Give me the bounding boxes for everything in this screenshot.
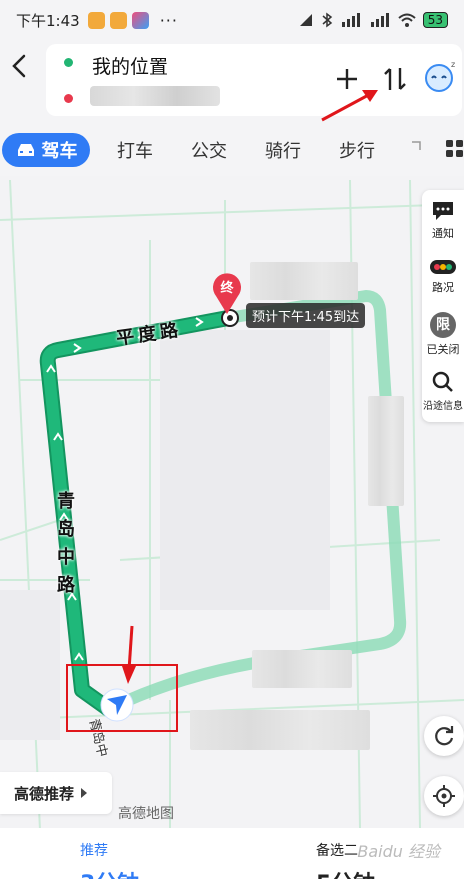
recommend-button[interactable]: 高德推荐 [0, 772, 112, 814]
origin-dot-icon [64, 58, 73, 67]
route-option-time: 5分钟 [316, 866, 375, 879]
tool-label: 沿途信息 [423, 401, 463, 412]
route-option-time: 3分钟 [80, 866, 139, 879]
transport-tabs: 驾车 打车 公交 骑行 步行 [0, 124, 464, 176]
destination-dot-icon [64, 94, 73, 103]
route-header: 我的位置 z [0, 40, 464, 124]
destination-marker-icon: 终 [213, 273, 241, 314]
svg-text:z: z [451, 60, 455, 69]
road-label: 青岛中路 [57, 491, 75, 596]
app-notification-icon [87, 11, 105, 29]
battery-icon: 53 [422, 12, 448, 28]
search-icon [432, 371, 453, 392]
traffic-icon [430, 260, 456, 274]
annotation-arrow-icon [321, 90, 378, 122]
restriction-icon: 限 [430, 312, 456, 338]
grid-menu-icon[interactable] [442, 136, 464, 160]
route-input-box[interactable]: 我的位置 z [46, 44, 462, 116]
map-tools-panel: 通知 路况 限 已关闭 沿途信息 [422, 190, 464, 422]
route-option-alternative[interactable]: 备选二 [316, 840, 358, 860]
origin-field[interactable]: 我的位置 [92, 52, 168, 79]
locate-icon [433, 785, 455, 807]
signal-strength-icon [370, 13, 389, 27]
wifi-icon [398, 13, 416, 27]
refresh-icon [435, 726, 454, 746]
signal-strength-icon [341, 13, 360, 27]
tab-drive[interactable]: 驾车 [2, 133, 90, 167]
blurred-poi [190, 710, 370, 750]
traffic-button[interactable]: 路况 [422, 258, 464, 295]
blurred-destination-name [250, 262, 358, 300]
route-option-recommended[interactable]: 推荐 [80, 840, 108, 860]
assistant-icon[interactable]: z [422, 58, 458, 94]
signal-icon [299, 14, 312, 26]
status-bar: 下午1:43 ··· 53 [0, 0, 464, 40]
recommend-label: 高德推荐 [14, 784, 75, 803]
along-route-button[interactable]: 沿途信息 [422, 370, 464, 412]
swap-icon[interactable] [380, 64, 410, 94]
blurred-poi [368, 396, 404, 506]
notice-button[interactable]: 通知 [422, 200, 464, 241]
play-small-icon [81, 788, 88, 798]
bluetooth-icon [322, 12, 332, 28]
map-watermark: 高德地图 [118, 806, 174, 822]
refresh-button[interactable] [424, 716, 464, 756]
locate-button[interactable] [424, 776, 464, 816]
more-tab-icon[interactable] [410, 138, 424, 160]
tab-label: 驾车 [41, 141, 78, 162]
annotation-arrow-icon [122, 625, 136, 684]
eta-label: 预计下午1:45到达 [246, 303, 366, 328]
svg-text:终: 终 [220, 280, 234, 296]
tab-bus[interactable]: 公交 [172, 137, 246, 163]
tool-label: 路况 [432, 281, 454, 294]
tab-ride[interactable]: 骑行 [246, 137, 320, 163]
watermark: Baidu 经验 [357, 842, 440, 861]
more-notifications-icon: ··· [159, 10, 178, 30]
status-time: 下午1:43 [16, 11, 80, 30]
back-icon[interactable] [6, 52, 34, 80]
tab-taxi[interactable]: 打车 [98, 137, 172, 163]
tab-walk[interactable]: 步行 [320, 137, 394, 163]
message-icon [433, 202, 453, 220]
restriction-button[interactable]: 限 已关闭 [422, 312, 464, 357]
route-options-sheet: 推荐 3分钟 备选二 5分钟 Baidu 经验 [0, 828, 464, 879]
blurred-poi [252, 650, 352, 688]
screen: 下午1:43 ··· 53 我的位置 z 驾车 打车 公交 骑行 步行 终 预计… [0, 0, 464, 879]
car-icon [17, 144, 34, 156]
tool-label: 已关闭 [426, 343, 460, 356]
video-app-icon [131, 11, 149, 29]
tool-label: 通知 [432, 227, 454, 240]
app-notification-icon [109, 11, 127, 29]
destination-field[interactable] [90, 86, 220, 106]
